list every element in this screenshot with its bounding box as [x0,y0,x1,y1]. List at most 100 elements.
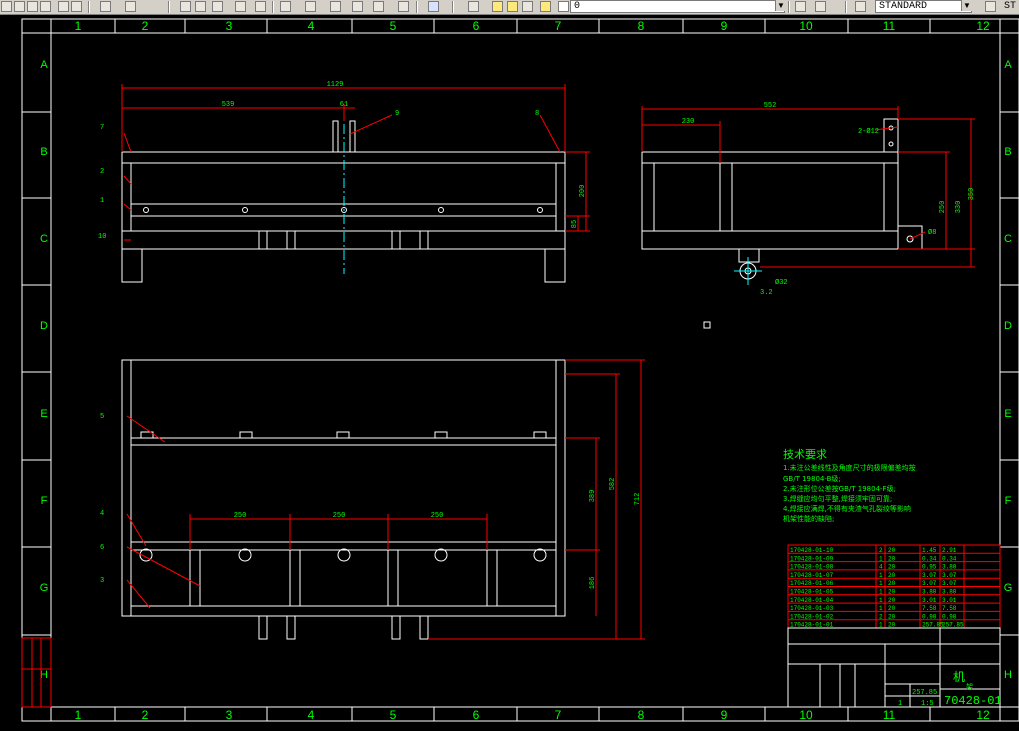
pen-icon[interactable] [58,1,69,12]
layer-previous-icon[interactable] [815,1,826,12]
zoom-extents-icon[interactable] [255,1,266,12]
lightbulb-icon[interactable] [492,1,503,12]
dim-side-h2: 330 [955,201,963,214]
toolpalette-icon[interactable] [330,1,341,12]
layer-properties-icon[interactable] [468,1,479,12]
new-icon[interactable] [1,1,12,12]
title-scale: 1:5 [921,700,934,708]
dim-bottom-h3: 712 [634,493,642,506]
frame-column-numbers: 112233445566778899101011111212 [75,19,990,722]
drawing-number: 70428-01 [944,694,1002,708]
frame-row-letter-left: G [40,582,49,594]
dim-side-h3: 350 [968,188,976,201]
zoom-realtime-icon[interactable] [195,1,206,12]
pan-icon[interactable] [180,1,191,12]
frame-col-number-top: 6 [473,19,480,33]
dim-front-small: 85 [571,220,579,228]
title-name: 机 [953,670,965,684]
dim-left-span: 539 [222,101,235,109]
standard-toolbar: 0 ▼ STANDARD ▼ ST [0,0,1019,15]
text-style-dropdown[interactable]: STANDARD [875,0,972,13]
dim-hole-dia: Ø8 [928,228,936,237]
frame-row-letter-left: C [40,233,48,245]
balloon-bottom-2: 4 [100,510,104,518]
title-weight: 257.85 [912,689,937,697]
open-icon[interactable] [14,1,25,12]
text-style-icon[interactable] [855,1,866,12]
frame-col-number-bottom: 8 [638,708,645,722]
dim-side-inner: 230 [682,118,695,126]
frame-col-number-top: 1 [75,19,82,33]
zoom-window-icon[interactable] [212,1,223,12]
tech-req-line-1: 1.未注公差线性及角度尺寸的极限偏差均按 [783,463,916,472]
chevron-down-icon[interactable]: ▼ [961,0,972,11]
frame-col-number-bottom: 6 [473,708,480,722]
frame-row-letter-right: G [1004,582,1013,594]
tech-req-line-5: 4.焊接应满焊,不得有夹渣气孔裂纹等影响 [783,504,911,513]
markup-icon[interactable] [373,1,384,12]
dim-style-icon[interactable] [985,1,996,12]
undo-icon[interactable] [100,1,111,12]
dim-spacing-3: 250 [431,512,444,520]
balloon-front-5: 9 [395,110,399,118]
chevron-down-icon[interactable]: ▼ [775,0,786,11]
tech-req-title: 技术要求 [783,448,827,461]
calculator-icon[interactable] [398,1,409,12]
balloon-bottom-3: 6 [100,544,104,552]
frame-col-number-bottom: 9 [721,708,728,722]
dim-spacing-1: 250 [234,512,247,520]
sun-icon[interactable] [507,1,518,12]
frame-row-letter-right: F [1005,495,1012,507]
balloon-front-3: 1 [100,197,104,205]
title-block: 机 架 70428-01 257.85 1:5 1 [787,627,1002,708]
frame-row-letter-left: E [40,408,47,420]
balloon-bottom-4: 3 [100,577,104,585]
balloon-front-1: 7 [100,124,104,132]
frame-row-letter-right: B [1004,146,1011,158]
dim-side-hole: 2-Ø12 [858,127,879,136]
brush-icon[interactable] [71,1,82,12]
dim-side-h1: 250 [939,201,947,214]
dim-round: Ø32 [775,278,788,287]
tech-req-line-4: 3.焊缝应均匀平整,焊接须牢固可靠; [783,494,892,503]
lock-icon[interactable] [522,1,533,12]
make-current-layer-icon[interactable] [795,1,806,12]
layer-value: 0 [574,1,581,12]
title-sub: 架 [966,683,973,691]
print-icon[interactable] [40,1,51,12]
balloon-bottom-1: 5 [100,413,104,421]
dim-bottom-h1: 389 [589,490,597,503]
frame-col-number-top: 7 [555,19,562,33]
layer-color-box-icon [558,1,569,12]
balloon-front-6: 8 [535,110,539,118]
help-icon[interactable] [428,1,439,12]
frame-col-number-bottom: 12 [976,708,990,722]
balloon-front-2: 2 [100,168,104,176]
frame-col-number-top: 2 [142,19,149,33]
zoom-previous-icon[interactable] [235,1,246,12]
bottom-view [121,359,566,640]
text-style-value: STANDARD [879,1,928,12]
save-icon[interactable] [27,1,38,12]
frame-col-number-top: 10 [799,19,813,33]
drawing-canvas[interactable]: 112233445566778899101011111212 A AB BC CD DE… [0,14,1019,731]
color-swatch-icon[interactable] [540,1,551,12]
frame-row-letter-left: A [40,59,48,71]
dim-side-width: 552 [764,102,777,110]
dim-roughness: 3.2 [760,289,773,297]
dimension-lines [121,84,975,640]
frame-col-number-top: 12 [976,19,990,33]
redo-icon[interactable] [125,1,136,12]
bom-table: 170428-01-10 2 20 1.45 2.91170428-01-09 1 20 0.… [787,544,1001,629]
frame-col-number-bottom: 3 [226,708,233,722]
frame-col-number-top: 4 [308,19,315,33]
dim-style-label: ST [1004,1,1017,12]
title-sheet: 1 [898,700,902,708]
sheetset-icon[interactable] [352,1,363,12]
frame-row-letter-right: D [1004,320,1012,332]
dim-front-height: 200 [579,185,587,198]
properties-icon[interactable] [280,1,291,12]
frame-col-number-bottom: 10 [799,708,813,722]
designcenter-icon[interactable] [305,1,316,12]
layer-dropdown[interactable]: 0 [570,0,785,13]
